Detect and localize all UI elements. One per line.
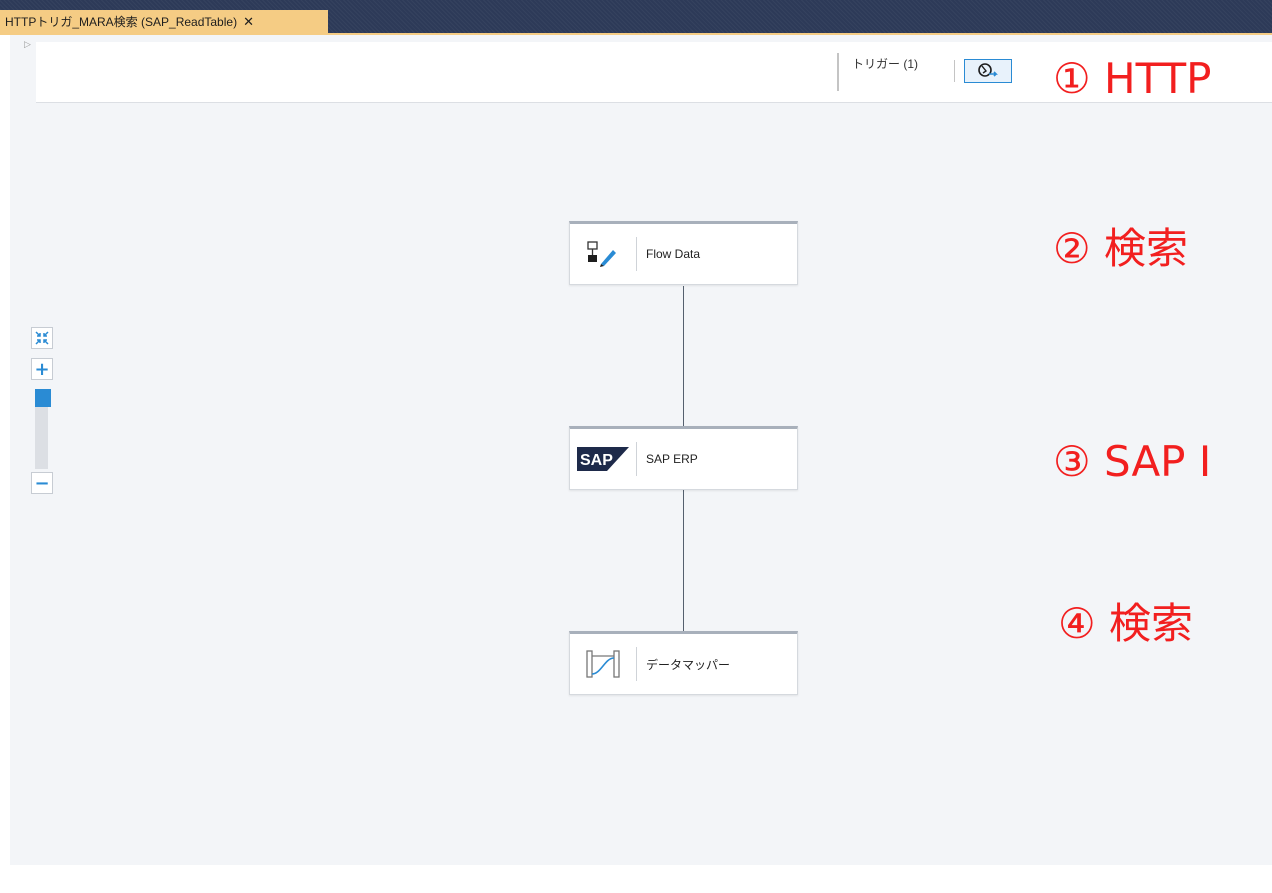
document-tab[interactable]: HTTPトリガ_MARA検索 (SAP_ReadTable) ✕ [0,10,328,33]
flow-node-sap-erp[interactable]: SAP SAP ERP [569,426,798,490]
expand-panel-icon[interactable]: ▷ [24,40,31,50]
annotation-3: ③ SAP I [1053,437,1212,486]
fit-to-screen-icon [35,331,49,345]
annotation-1: ① HTTP [1053,54,1212,103]
data-mapper-icon [586,650,620,678]
tab-close-icon[interactable]: ✕ [243,14,254,30]
zoom-fit-button[interactable] [31,327,53,349]
svg-text:SAP: SAP [580,452,613,469]
node-label: SAP ERP [646,452,698,466]
flow-node-flow-data[interactable]: Flow Data [569,221,798,285]
flow-node-data-mapper[interactable]: データマッパー [569,631,798,695]
toolbar-separator-2 [954,60,955,82]
sap-logo-icon: SAP [577,447,629,471]
flow-data-edit-icon [587,241,616,267]
annotation-2: ② 検索 [1053,224,1189,273]
node-label: データマッパー [646,657,731,672]
toolbar-separator [837,53,839,91]
document-tab-title: HTTPトリガ_MARA検索 (SAP_ReadTable) [5,15,238,29]
bottom-strip [0,865,1272,893]
left-gutter [0,35,10,893]
zoom-slider-thumb[interactable] [35,389,51,407]
trigger-settings-icon [978,63,998,77]
trigger-count-label: トリガー (1) [852,57,919,71]
flow-connector [683,286,684,429]
node-label: Flow Data [646,247,701,261]
annotation-4: ④ 検索 [1058,599,1194,648]
zoom-in-button[interactable]: + [31,358,53,380]
trigger-button[interactable] [964,59,1012,83]
flow-connector [683,490,684,633]
document-tab-strip: HTTPトリガ_MARA検索 (SAP_ReadTable) ✕ [0,0,1272,35]
zoom-out-button[interactable]: − [31,472,53,494]
